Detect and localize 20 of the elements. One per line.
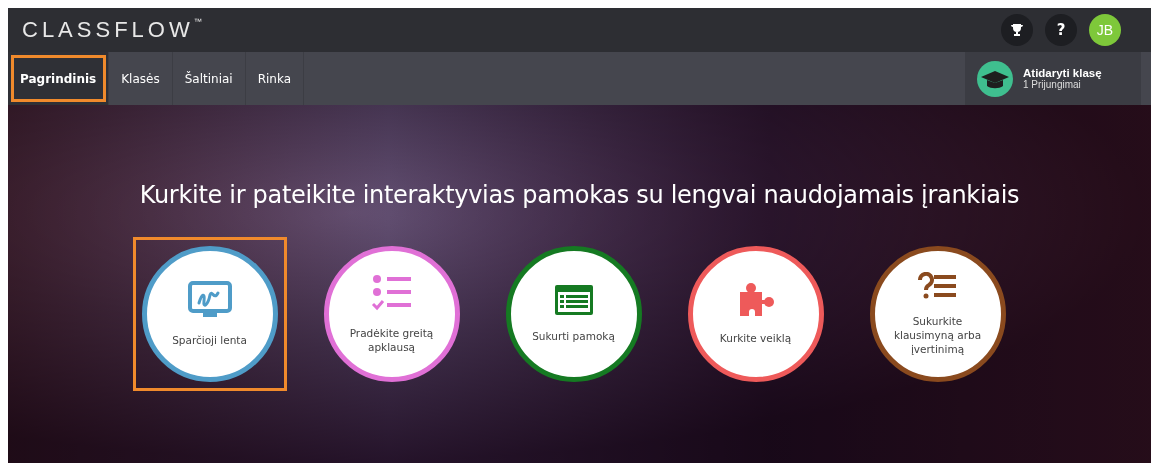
action-tile[interactable]: Kurkite veiklą [687, 246, 824, 382]
question-list-icon [917, 271, 958, 300]
graduation-cap-icon [977, 60, 1013, 97]
action-tile[interactable]: Sparčioji lenta [141, 246, 278, 382]
help-button[interactable]: ? [1045, 14, 1077, 46]
trophy-button[interactable] [1001, 14, 1033, 46]
logo[interactable]: CLASSFLOW$^{™}$ [22, 17, 202, 43]
action-tile[interactable]: Sukurkite klausimyną arba įvertinimą [869, 246, 1006, 382]
whiteboard-icon [187, 280, 232, 319]
action-tile[interactable]: Sukurti pamoką [505, 246, 642, 382]
open-class-title: Atidaryti klasę [1023, 67, 1102, 79]
lesson-list-icon [554, 284, 593, 315]
action-tile[interactable]: Pradėkite greitą apklausą [323, 246, 460, 382]
open-class-button[interactable]: Atidaryti klasę 1 Prijungimai [965, 52, 1141, 105]
trophy-icon [1010, 23, 1024, 37]
checklist-icon [370, 273, 413, 312]
hero-headline: Kurkite ir pateikite interaktyvias pamokas su lengvai naudojamais įrankiais [139, 181, 1020, 209]
nav-tab[interactable]: Pagrindinis [8, 52, 110, 105]
puzzle-piece-icon [737, 282, 774, 317]
connections-count: 1 Prijungimai [1023, 79, 1081, 90]
